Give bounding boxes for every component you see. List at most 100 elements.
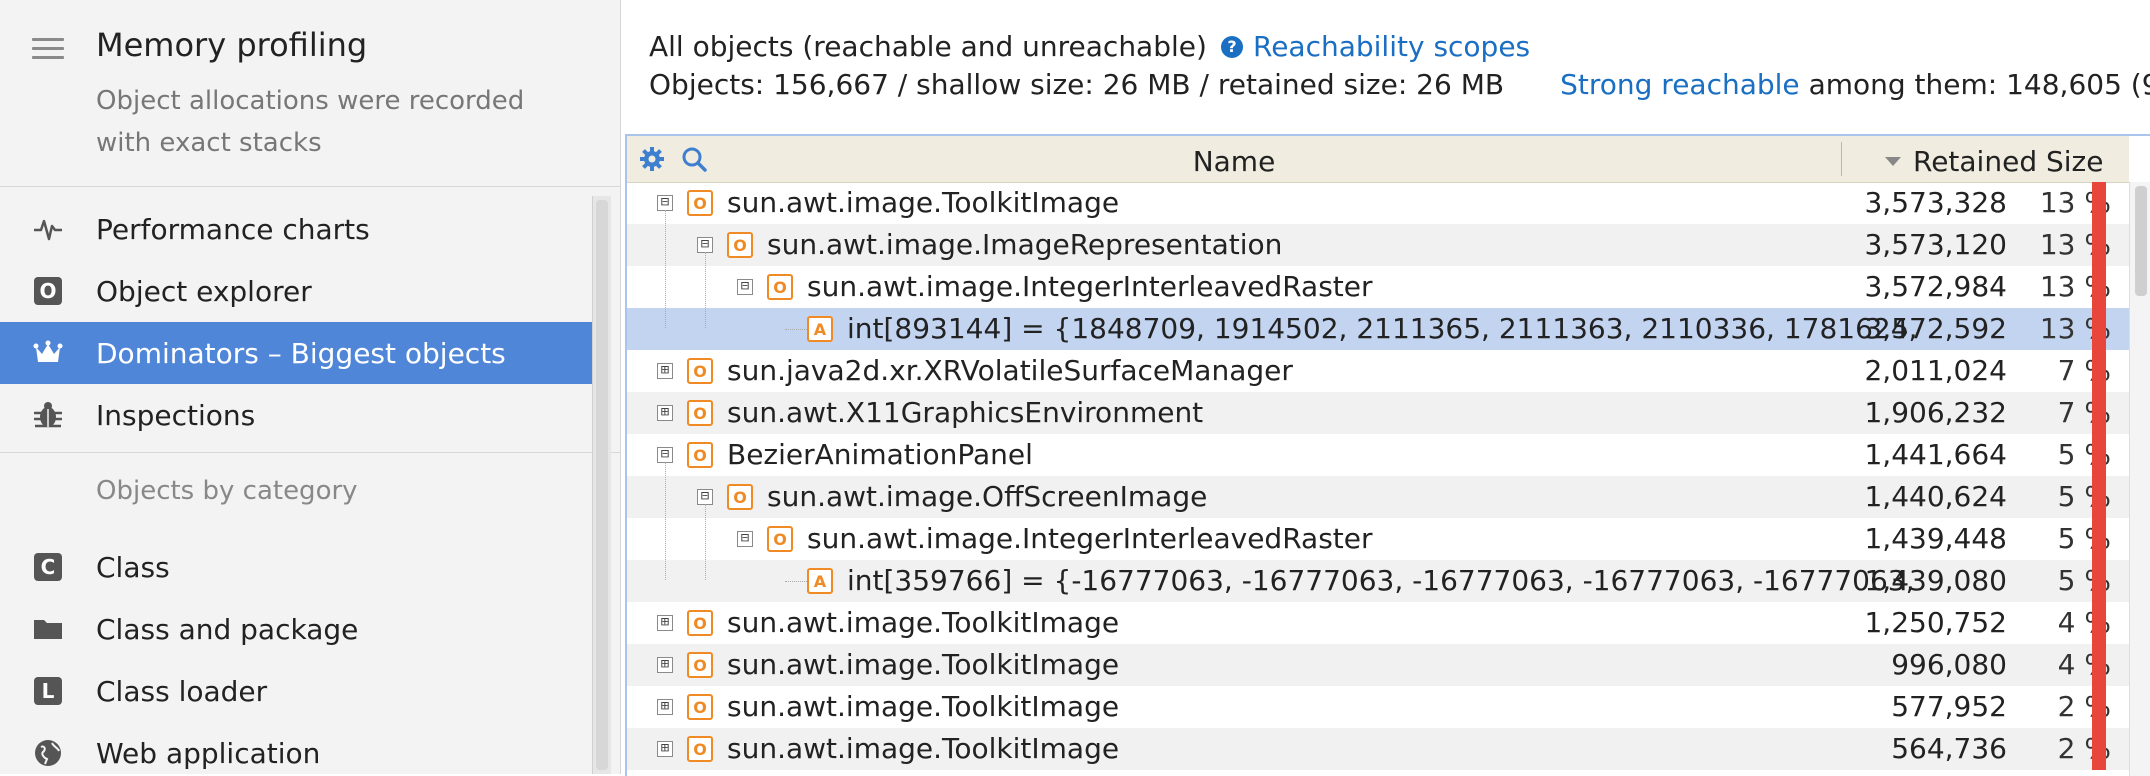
help-icon: ? bbox=[1221, 35, 1243, 58]
row-name: sun.awt.image.IntegerInterleavedRaster bbox=[807, 522, 1373, 555]
retained-size-value: 564,736 bbox=[1891, 732, 2007, 765]
crown-icon bbox=[32, 337, 64, 369]
table-row[interactable]: ⊟ Osun.awt.image.ToolkitImage 3,573,328 13 … bbox=[627, 182, 2129, 224]
collapse-toggle-icon[interactable]: ⊟ bbox=[737, 531, 753, 547]
table-row[interactable]: ⊞ Osun.java2d.xr.XRVolatileSurfaceManager… bbox=[627, 350, 2129, 392]
table-row[interactable]: ⊟ Osun.awt.image.IntegerInterleavedRaster… bbox=[627, 518, 2129, 560]
object-icon: O bbox=[687, 652, 713, 678]
row-name: int[893144] = {1848709, 1914502, 2111365… bbox=[847, 312, 1918, 345]
table-row[interactable]: ⊞ Osun.awt.image.ToolkitImage 577,952 2 % bbox=[627, 686, 2129, 728]
nav-label: Dominators – Biggest objects bbox=[96, 336, 506, 370]
object-icon: O bbox=[687, 358, 713, 384]
table-row[interactable]: ⊞ Osun.awt.X11GraphicsEnvironment 1,906,23… bbox=[627, 392, 2129, 434]
percent-bar bbox=[2092, 266, 2106, 308]
class-icon: C bbox=[32, 551, 64, 583]
nav-class[interactable]: C Class bbox=[0, 536, 592, 598]
row-name: sun.awt.image.ImageRepresentation bbox=[767, 228, 1283, 261]
retained-size-value: 1,906,232 bbox=[1864, 396, 2007, 429]
expand-toggle-icon[interactable]: ⊞ bbox=[657, 699, 673, 715]
table-header: Name Retained Size bbox=[627, 136, 2129, 183]
stats-line: Objects: 156,667 / shallow size: 26 MB /… bbox=[649, 68, 2150, 101]
percent-bar bbox=[2092, 350, 2106, 392]
percent-bar bbox=[2092, 518, 2106, 560]
nav-web-application[interactable]: Web application bbox=[0, 722, 592, 774]
retained-size-value: 1,441,664 bbox=[1864, 438, 2007, 471]
nav-label: Class loader bbox=[96, 674, 268, 708]
bug-icon bbox=[32, 399, 64, 431]
object-icon: O bbox=[687, 694, 713, 720]
percent-bar bbox=[2092, 602, 2106, 644]
column-divider[interactable] bbox=[1841, 142, 1842, 176]
hamburger-menu-icon[interactable] bbox=[32, 38, 64, 65]
expand-toggle-icon[interactable]: ⊞ bbox=[657, 363, 673, 379]
table-row[interactable]: ⊟ O BezierAnimationPanel 1,441,664 5 % bbox=[627, 434, 2129, 476]
collapse-toggle-icon[interactable]: ⊟ bbox=[737, 279, 753, 295]
folder-icon bbox=[32, 613, 64, 645]
sort-descending-icon bbox=[1885, 157, 1901, 166]
percent-bar bbox=[2092, 644, 2106, 686]
retained-size-value: 3,572,984 bbox=[1864, 270, 2007, 303]
percent-bar bbox=[2092, 308, 2106, 350]
sidebar: Memory profiling Object allocations were… bbox=[0, 0, 621, 774]
expand-toggle-icon[interactable]: ⊞ bbox=[657, 741, 673, 757]
scope-title: All objects (reachable and unreachable) bbox=[649, 30, 1207, 63]
nav-inspections[interactable]: Inspections bbox=[0, 384, 592, 446]
table-row[interactable]: Aint[893144] = {1848709, 1914502, 211136… bbox=[627, 308, 2129, 350]
dominators-table: Name Retained Size ⊟ Osun.awt.image.Toolk… bbox=[625, 134, 2150, 776]
column-label: Retained Size bbox=[1913, 145, 2104, 178]
nav-label: Web application bbox=[96, 736, 321, 770]
table-scrollbar[interactable] bbox=[2129, 182, 2150, 776]
row-name: sun.awt.image.ToolkitImage bbox=[727, 690, 1120, 723]
table-row[interactable]: ⊟ Osun.awt.image.ImageRepresentation 3,573… bbox=[627, 224, 2129, 266]
row-name: sun.awt.image.ToolkitImage bbox=[727, 186, 1120, 219]
percent-bar bbox=[2092, 182, 2106, 224]
link-label: Reachability scopes bbox=[1253, 30, 1531, 63]
main-panel: All objects (reachable and unreachable) … bbox=[621, 0, 2150, 776]
nav-dominators[interactable]: Dominators – Biggest objects bbox=[0, 322, 592, 384]
tree-guide-line bbox=[705, 504, 706, 580]
row-name: sun.awt.image.ToolkitImage bbox=[727, 648, 1120, 681]
expand-toggle-icon[interactable]: ⊞ bbox=[657, 405, 673, 421]
percent-bar bbox=[2092, 728, 2106, 770]
collapse-toggle-icon[interactable]: ⊟ bbox=[697, 489, 713, 505]
nav-object-explorer[interactable]: O Object explorer bbox=[0, 260, 592, 322]
nav-class-and-package[interactable]: Class and package bbox=[0, 598, 592, 660]
loader-icon: L bbox=[32, 675, 64, 707]
table-row[interactable]: ⊞ Osun.awt.image.ToolkitImage 1,250,752 4 % bbox=[627, 602, 2129, 644]
scrollbar-thumb[interactable] bbox=[596, 200, 608, 770]
column-header-retained-size[interactable]: Retained Size bbox=[1885, 145, 2103, 178]
retained-size-value: 1,250,752 bbox=[1864, 606, 2007, 639]
sidebar-scrollbar[interactable] bbox=[592, 196, 611, 774]
nav-label: Object explorer bbox=[96, 274, 312, 308]
retained-size-value: 3,572,592 bbox=[1864, 312, 2007, 345]
row-name: int[359766] = {-16777063, -16777063, -16… bbox=[847, 564, 1915, 597]
row-name: sun.awt.image.ToolkitImage bbox=[727, 732, 1120, 765]
table-row[interactable]: Aint[359766] = {-16777063, -16777063, -1… bbox=[627, 560, 2129, 602]
table-row[interactable]: ⊟ Osun.awt.image.OffScreenImage 1,440,624 5… bbox=[627, 476, 2129, 518]
table-row[interactable]: ⊞ Osun.awt.image.ToolkitImage 564,736 2 % bbox=[627, 728, 2129, 770]
row-name: sun.awt.image.IntegerInterleavedRaster bbox=[807, 270, 1373, 303]
collapse-toggle-icon[interactable]: ⊟ bbox=[697, 237, 713, 253]
pulse-icon bbox=[32, 213, 64, 245]
sidebar-title: Memory profiling bbox=[96, 26, 368, 64]
retained-size-value: 1,439,080 bbox=[1864, 564, 2007, 597]
expand-toggle-icon[interactable]: ⊞ bbox=[657, 657, 673, 673]
row-name: sun.java2d.xr.XRVolatileSurfaceManager bbox=[727, 354, 1293, 387]
percent-bar bbox=[2092, 434, 2106, 476]
reachability-scopes-link[interactable]: ? Reachability scopes bbox=[1221, 30, 1530, 63]
array-icon: A bbox=[807, 568, 833, 594]
nav-class-loader[interactable]: L Class loader bbox=[0, 660, 592, 722]
expand-toggle-icon[interactable]: ⊞ bbox=[657, 615, 673, 631]
object-icon: O bbox=[727, 484, 753, 510]
strong-reachable-link[interactable]: Strong reachable bbox=[1560, 68, 1800, 101]
collapse-toggle-icon[interactable]: ⊟ bbox=[657, 447, 673, 463]
table-row[interactable]: ⊞ Osun.awt.image.ToolkitImage 996,080 4 % bbox=[627, 644, 2129, 686]
divider bbox=[0, 452, 620, 453]
nav-performance-charts[interactable]: Performance charts bbox=[0, 198, 592, 260]
row-name: sun.awt.X11GraphicsEnvironment bbox=[727, 396, 1204, 429]
column-header-name[interactable]: Name bbox=[627, 145, 1841, 178]
scrollbar-thumb[interactable] bbox=[2135, 186, 2147, 296]
collapse-toggle-icon[interactable]: ⊟ bbox=[657, 195, 673, 211]
array-icon: A bbox=[807, 316, 833, 342]
table-row[interactable]: ⊟ Osun.awt.image.IntegerInterleavedRaster… bbox=[627, 266, 2129, 308]
